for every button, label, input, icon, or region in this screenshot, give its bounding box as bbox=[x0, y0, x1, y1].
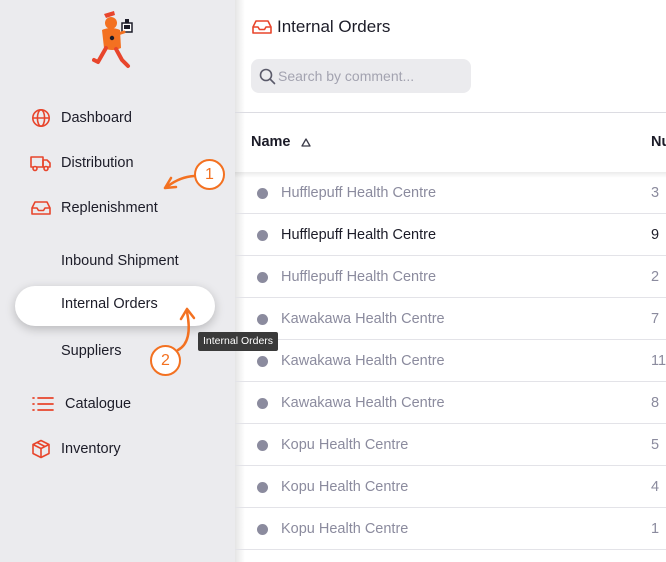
table-row[interactable]: Kawakawa Health Centre 7 bbox=[235, 298, 666, 340]
row-name: Kawakawa Health Centre bbox=[281, 395, 445, 411]
table-row[interactable]: Kopu Health Centre 5 bbox=[235, 424, 666, 466]
row-number: 9 bbox=[651, 227, 660, 243]
status-dot bbox=[257, 398, 268, 409]
row-name: Hufflepuff Health Centre bbox=[281, 185, 437, 201]
table-row[interactable]: Kawakawa Health Centre 8 bbox=[235, 382, 666, 424]
tooltip: Internal Orders bbox=[198, 332, 279, 351]
table-row[interactable]: Kopu Health Centre 4 bbox=[235, 466, 666, 508]
row-number: 5 bbox=[651, 437, 660, 453]
mascot-logo[interactable] bbox=[92, 10, 138, 72]
status-dot bbox=[257, 188, 268, 199]
nav-item-replenishment[interactable]: Replenishment bbox=[30, 196, 158, 220]
sub-item-suppliers[interactable]: Suppliers bbox=[61, 341, 121, 361]
sub-item-internal-orders[interactable]: Internal Orders bbox=[15, 286, 215, 326]
truck-icon bbox=[30, 152, 52, 174]
page-title: Internal Orders bbox=[251, 14, 390, 40]
row-name: Hufflepuff Health Centre bbox=[281, 269, 437, 285]
search-box[interactable] bbox=[251, 59, 471, 93]
status-dot bbox=[257, 356, 268, 367]
header-divider bbox=[235, 112, 666, 113]
column-header-label: Name bbox=[251, 134, 291, 150]
row-name: Kawakawa Health Centre bbox=[281, 311, 445, 327]
status-dot bbox=[257, 314, 268, 325]
sidebar: Dashboard Distribution Replenishment Inb… bbox=[0, 0, 235, 562]
inbox-icon bbox=[30, 197, 52, 219]
column-header-name[interactable]: Name bbox=[251, 134, 311, 150]
search-input[interactable] bbox=[278, 68, 463, 84]
nav-item-distribution[interactable]: Distribution bbox=[30, 151, 134, 175]
row-name: Kopu Health Centre bbox=[281, 521, 409, 537]
row-number: 3 bbox=[651, 185, 660, 201]
row-name: Kopu Health Centre bbox=[281, 437, 409, 453]
annotation-callout-1: 1 bbox=[194, 159, 225, 190]
sub-item-inbound-shipment[interactable]: Inbound Shipment bbox=[61, 251, 179, 271]
nav-item-catalogue[interactable]: Catalogue bbox=[30, 392, 131, 416]
row-name: Hufflepuff Health Centre bbox=[281, 227, 437, 243]
nav-item-dashboard[interactable]: Dashboard bbox=[30, 106, 132, 130]
nav-item-label: Dashboard bbox=[61, 110, 132, 126]
row-name: Kopu Health Centre bbox=[281, 479, 409, 495]
table-row[interactable]: Kawakawa Health Centre 11 bbox=[235, 340, 666, 382]
status-dot bbox=[257, 440, 268, 451]
sort-ascending-icon[interactable] bbox=[300, 137, 311, 147]
nav-item-label: Replenishment bbox=[61, 200, 158, 216]
nav-item-label: Distribution bbox=[61, 155, 134, 171]
page-title-text: Internal Orders bbox=[277, 17, 391, 36]
search-icon bbox=[259, 68, 276, 85]
status-dot bbox=[257, 230, 268, 241]
table-row[interactable]: Hufflepuff Health Centre 2 bbox=[235, 256, 666, 298]
globe-icon bbox=[30, 107, 52, 129]
table-row[interactable]: Hufflepuff Health Centre 3 bbox=[235, 172, 666, 214]
table-row[interactable]: Hufflepuff Health Centre 9 bbox=[235, 214, 666, 256]
row-number: 4 bbox=[651, 479, 660, 495]
box-icon bbox=[30, 438, 52, 460]
row-number: 2 bbox=[651, 269, 660, 285]
sub-item-label: Internal Orders bbox=[61, 296, 158, 312]
status-dot bbox=[257, 272, 268, 283]
nav-item-label: Catalogue bbox=[65, 396, 132, 412]
column-header-label: Nu bbox=[651, 134, 666, 150]
row-name: Kawakawa Health Centre bbox=[281, 353, 445, 369]
inbox-icon bbox=[251, 16, 273, 38]
list-icon bbox=[30, 393, 56, 415]
row-number: 1 bbox=[651, 521, 660, 537]
row-number: 7 bbox=[651, 311, 660, 327]
table-row[interactable]: Kopu Health Centre 1 bbox=[235, 508, 666, 550]
status-dot bbox=[257, 482, 268, 493]
annotation-callout-2: 2 bbox=[150, 345, 181, 376]
nav-item-label: Inventory bbox=[61, 441, 121, 457]
column-header-number[interactable]: Nu bbox=[651, 134, 666, 150]
row-number: 11 bbox=[651, 353, 666, 369]
nav-item-inventory[interactable]: Inventory bbox=[30, 437, 121, 461]
status-dot bbox=[257, 524, 268, 535]
row-number: 8 bbox=[651, 395, 660, 411]
